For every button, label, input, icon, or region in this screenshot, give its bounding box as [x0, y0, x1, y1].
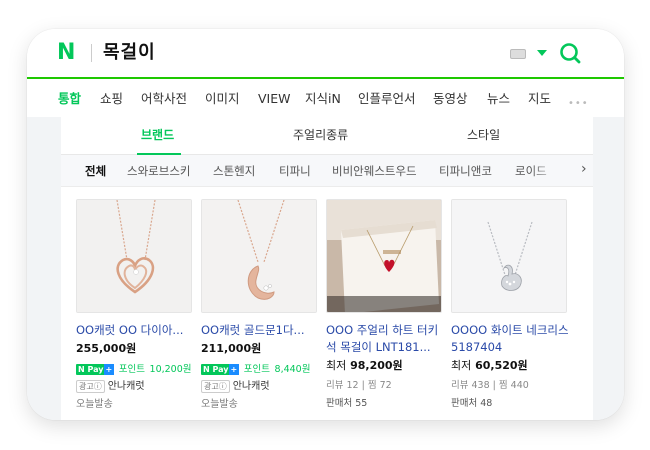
seller-name[interactable]: 안나캐럿: [233, 381, 270, 392]
product-price: 최저 60,520원: [451, 357, 528, 373]
phone-frame: N 목걸이 통합 쇼핑 어학사전 이미지 VIEW 지식iN 인플루언서 동영상…: [27, 29, 624, 420]
npay-plus: +: [228, 364, 240, 375]
tab-brand[interactable]: 브랜드: [141, 127, 174, 143]
price-label: 최저: [326, 359, 347, 372]
chip-swarovski[interactable]: 스와로브스키: [127, 164, 190, 178]
review-count: 리뷰 12: [326, 380, 359, 391]
tab-jewelry-type[interactable]: 주얼리종류: [293, 127, 348, 143]
review-count: 리뷰 438: [451, 380, 490, 391]
tab-kin[interactable]: 지식iN: [305, 91, 341, 107]
chip-fade: [531, 155, 577, 186]
ad-tag[interactable]: 광고ⓘ: [76, 380, 105, 393]
npay-logo: N Pay: [76, 364, 106, 375]
npay-plus: +: [103, 364, 115, 375]
shipping-info: 오늘발송: [76, 399, 113, 410]
product-price: 211,000원: [201, 342, 262, 355]
seller-name[interactable]: 안나캐럿: [108, 381, 145, 392]
point-label: 포인트: [118, 364, 145, 375]
product-image[interactable]: [451, 199, 567, 313]
tab-influencer[interactable]: 인플루언서: [358, 91, 416, 107]
brand-chips: 전체 스와로브스키 스톤헨지 티파니 비비안웨스트우드 티파니앤코 로이드 ›: [61, 155, 593, 187]
product-title[interactable]: OO캐럿 OO 다이아...: [76, 322, 194, 339]
search-tabs: 통합 쇼핑 어학사전 이미지 VIEW 지식iN 인플루언서 동영상 뉴스 지도…: [27, 83, 624, 115]
tab-integrated[interactable]: 통합: [58, 91, 81, 107]
review-stats: 리뷰 12 | 찜 72: [326, 380, 392, 391]
chevron-right-icon[interactable]: ›: [581, 161, 587, 177]
npay-badge: N Pay + 포인트 8,440원: [201, 361, 311, 375]
point-label: 포인트: [243, 364, 270, 375]
chip-all[interactable]: 전체: [85, 164, 106, 178]
review-stats: 리뷰 438 | 찜 440: [451, 380, 529, 391]
product-title[interactable]: OOO 주얼리 하트 터키석 목걸이 LNT181...: [326, 322, 444, 356]
more-icon[interactable]: •••: [568, 98, 589, 109]
chip-tiffany[interactable]: 티파니: [279, 164, 311, 178]
tab-view[interactable]: VIEW: [258, 91, 291, 107]
seller-count[interactable]: 판매처 55: [326, 395, 367, 409]
save-count: 찜 440: [498, 380, 529, 391]
shopping-panel: 브랜드 주얼리종류 스타일 전체 스와로브스키 스톤헨지 티파니 비비안웨스트우…: [61, 117, 593, 420]
tab-video[interactable]: 동영상: [433, 91, 468, 107]
search-bar: N 목걸이: [27, 29, 624, 79]
naver-logo[interactable]: N: [57, 42, 77, 64]
ad-tag[interactable]: 광고ⓘ: [201, 380, 230, 393]
price-value: 60,520원: [475, 359, 528, 372]
tab-map[interactable]: 지도: [528, 91, 551, 107]
chip-vivienne-westwood[interactable]: 비비안웨스트우드: [332, 164, 417, 178]
product-title[interactable]: OO캐럿 골드문1다...: [201, 322, 319, 339]
price-label: 최저: [451, 359, 472, 372]
product-title[interactable]: OOOO 화이트 네크리스 5187404: [451, 322, 569, 356]
point-amount: 10,200원: [149, 364, 192, 375]
ad-row: 광고ⓘ 안나캐럿: [201, 377, 270, 393]
tab-dictionary[interactable]: 어학사전: [141, 91, 187, 107]
shipping-info: 오늘발송: [201, 399, 238, 410]
tab-images[interactable]: 이미지: [205, 91, 240, 107]
npay-logo: N Pay: [201, 364, 231, 375]
filter-tabs: 브랜드 주얼리종류 스타일: [61, 117, 593, 155]
chevron-down-icon[interactable]: [537, 50, 547, 56]
chip-stonehenge[interactable]: 스톤헨지: [213, 164, 255, 178]
product-image[interactable]: [201, 199, 317, 313]
tab-shopping[interactable]: 쇼핑: [100, 91, 123, 107]
point-amount: 8,440원: [274, 364, 311, 375]
divider: [91, 44, 92, 62]
npay-badge: N Pay + 포인트 10,200원: [76, 361, 192, 375]
keyboard-icon[interactable]: [510, 49, 526, 59]
search-icon[interactable]: [559, 42, 581, 64]
product-image[interactable]: [76, 199, 192, 313]
ad-row: 광고ⓘ 안나캐럿: [76, 377, 145, 393]
save-count: 찜 72: [367, 380, 392, 391]
seller-count[interactable]: 판매처 48: [451, 395, 492, 409]
product-price: 255,000원: [76, 342, 137, 355]
search-input[interactable]: 목걸이: [103, 41, 156, 65]
results-area: 브랜드 주얼리종류 스타일 전체 스와로브스키 스톤헨지 티파니 비비안웨스트우…: [27, 117, 624, 420]
tab-style[interactable]: 스타일: [467, 127, 500, 143]
price-value: 98,200원: [350, 359, 403, 372]
chip-tiffany-co[interactable]: 티파니앤코: [439, 164, 492, 178]
product-image[interactable]: [326, 199, 442, 313]
tab-news[interactable]: 뉴스: [487, 91, 510, 107]
product-price: 최저 98,200원: [326, 357, 403, 373]
